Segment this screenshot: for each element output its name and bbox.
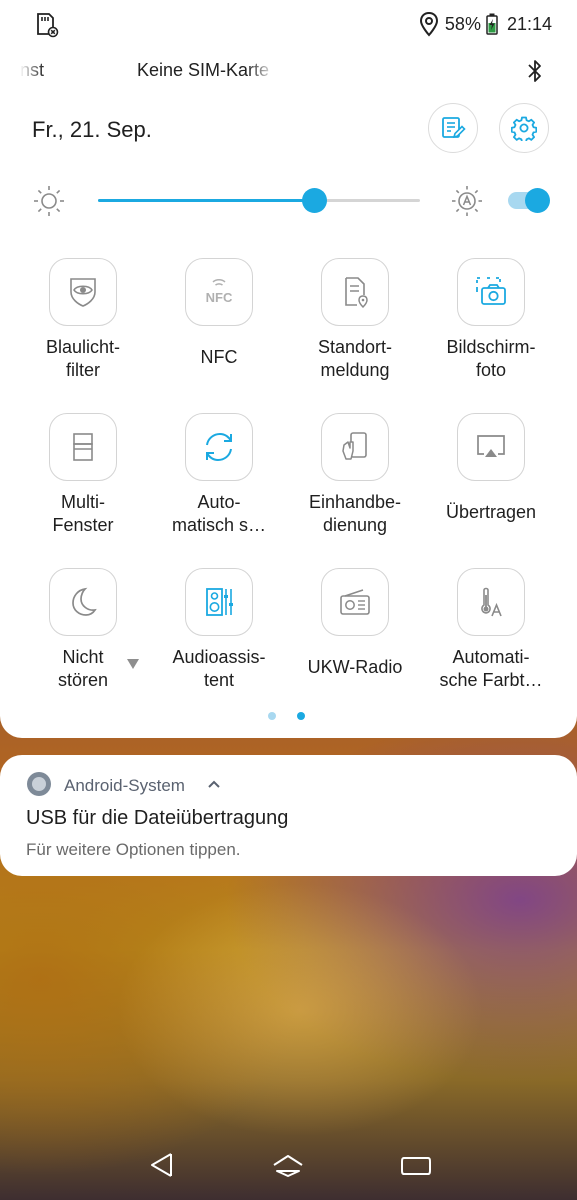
usb-notification[interactable]: Android-System USB für die Dateiübertrag… [0, 755, 577, 876]
tile-icon-frame [49, 413, 117, 481]
tile-nfc[interactable]: NFC NFC [151, 258, 287, 408]
tile-icon-frame [457, 568, 525, 636]
gear-icon [511, 116, 537, 141]
notification-text: Für weitere Optionen tippen. [26, 840, 241, 859]
clock: 21:14 [506, 13, 552, 34]
home-button[interactable] [270, 1148, 306, 1182]
settings-button[interactable] [499, 103, 549, 153]
notification-app-name: Android-System [64, 776, 185, 795]
audio-wizard-icon [206, 588, 233, 616]
tile-icon-frame [457, 413, 525, 481]
tile-label: Bildschirm- foto [446, 337, 536, 380]
home-icon [273, 1155, 303, 1177]
auto-rotate-icon [206, 432, 232, 462]
sim-status: Keine SIM-Karte [137, 60, 270, 80]
tile-icon-frame [49, 258, 117, 326]
recents-icon [401, 1157, 431, 1175]
tile-do-not-disturb[interactable]: Nicht stören [15, 568, 151, 718]
dnd-dropdown-arrow-icon[interactable] [127, 659, 139, 669]
tile-label: UKW-Radio [307, 657, 403, 677]
auto-brightness-icon [452, 186, 482, 216]
brightness-low-icon [34, 186, 64, 216]
cast-icon [477, 435, 505, 457]
page-indicator [0, 710, 577, 722]
svg-text:NFC: NFC [206, 290, 233, 305]
carrier-row: nst Keine SIM-Karte [0, 56, 577, 86]
quick-settings-panel: 58% 21:14 nst Keine SIM-Karte Fr., 21. S… [0, 0, 577, 738]
date-label[interactable]: Fr., 21. Sep. [32, 117, 152, 143]
nfc-icon: NFC [206, 279, 233, 305]
page-dot-active[interactable] [297, 712, 305, 720]
tile-cast[interactable]: Übertragen [423, 413, 559, 563]
tile-location-report[interactable]: Standort- meldung [287, 258, 423, 408]
notification-title: USB für die Dateiübertragung [26, 807, 289, 829]
tile-label: Übertragen [445, 502, 537, 522]
color-temperature-icon [481, 587, 502, 617]
tile-label: Multi- Fenster [52, 492, 114, 535]
bluetooth-icon [528, 60, 541, 82]
back-icon [151, 1153, 172, 1177]
tile-icon-frame: NFC [185, 258, 253, 326]
carrier-fragment: nst [20, 60, 45, 80]
status-bar: 58% 21:14 [0, 0, 577, 48]
tile-icon-frame [49, 568, 117, 636]
tile-label: Standort- meldung [317, 337, 393, 380]
edit-tiles-icon [442, 117, 466, 139]
multi-window-icon [73, 433, 93, 461]
tile-icon-frame [185, 568, 253, 636]
edit-tiles-button[interactable] [428, 103, 478, 153]
eye-shield-icon [70, 278, 96, 307]
tile-multi-window[interactable]: Multi- Fenster [15, 413, 151, 563]
tile-label: Nicht stören [57, 647, 109, 690]
tile-label: Blaulicht- filter [45, 337, 121, 380]
auto-brightness-toggle[interactable] [508, 188, 550, 213]
tile-icon-frame [321, 568, 389, 636]
tile-label: Automati- sche Farbt… [439, 647, 543, 690]
tile-one-hand-mode[interactable]: Einhandbe- dienung [287, 413, 423, 563]
tile-icon-frame [321, 413, 389, 481]
tile-icon-frame [457, 258, 525, 326]
tile-label: Audioassis- tent [172, 647, 266, 690]
tile-label: Einhandbe- dienung [308, 492, 402, 535]
sd-card-icon [37, 13, 59, 38]
tile-color-temperature[interactable]: Automati- sche Farbt… [423, 568, 559, 718]
tile-icon-frame [321, 258, 389, 326]
recents-button[interactable] [398, 1148, 434, 1182]
battery-charging-icon [486, 13, 498, 35]
toggle-thumb [525, 188, 550, 213]
tile-screenshot[interactable]: Bildschirm- foto [423, 258, 559, 408]
tile-fm-radio[interactable]: UKW-Radio [287, 568, 423, 718]
radio-icon [340, 589, 370, 615]
tile-label: Auto- matisch s… [171, 492, 267, 535]
battery-percent: 58% [444, 13, 481, 34]
back-button[interactable] [144, 1148, 180, 1182]
tile-blue-light-filter[interactable]: Blaulicht- filter [15, 258, 151, 408]
location-icon [419, 11, 438, 37]
one-hand-icon [342, 432, 367, 460]
brightness-slider-fill [98, 199, 314, 202]
moon-icon [72, 587, 97, 616]
brightness-slider[interactable] [98, 188, 420, 213]
brightness-row [0, 178, 577, 224]
page-dot[interactable] [268, 712, 276, 720]
location-report-icon [345, 277, 368, 309]
android-system-icon [27, 772, 51, 796]
brightness-slider-thumb[interactable] [301, 188, 327, 213]
tile-label: NFC [200, 347, 238, 367]
tile-auto-rotate[interactable]: Auto- matisch s… [151, 413, 287, 563]
tile-icon-frame [185, 413, 253, 481]
tile-audio-wizard[interactable]: Audioassis- tent [151, 568, 287, 718]
screenshot-icon [476, 277, 506, 305]
chevron-up-icon[interactable] [207, 779, 221, 789]
navigation-bar [0, 1130, 577, 1200]
